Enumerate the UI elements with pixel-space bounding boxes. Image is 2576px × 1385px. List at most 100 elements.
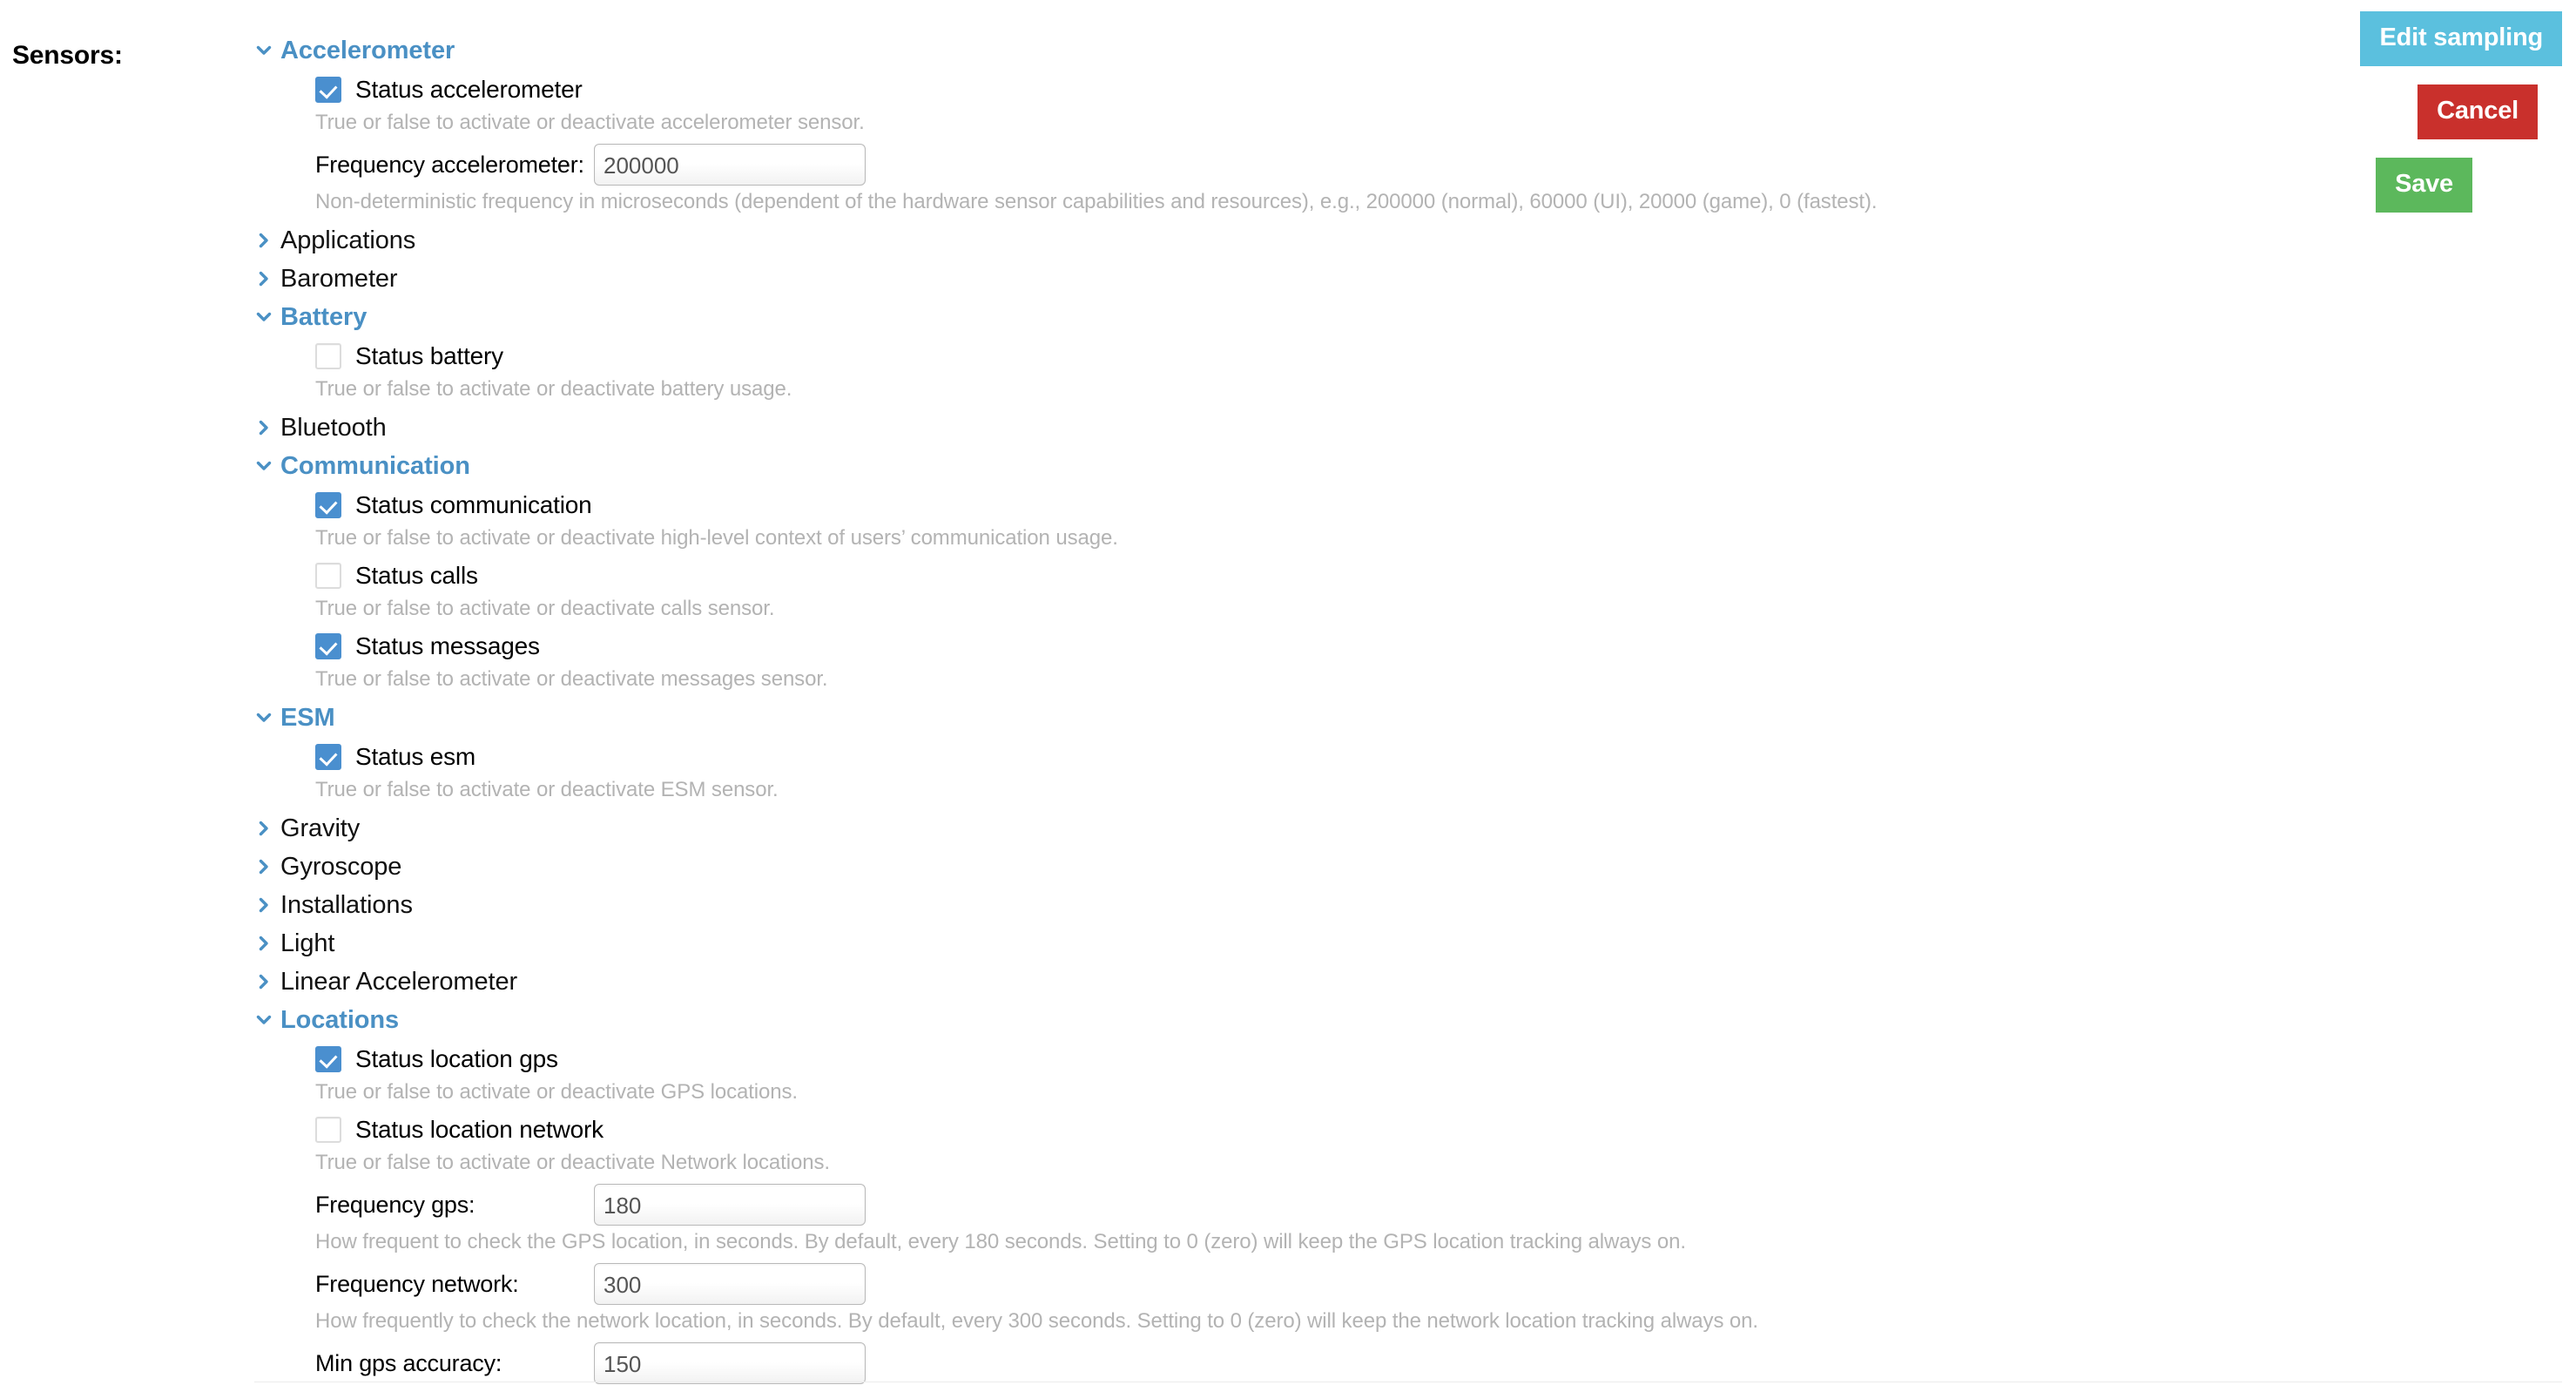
chevron-down-icon[interactable] [254,307,273,327]
field-description: True or false to activate or deactivate … [315,1080,798,1104]
cancel-button[interactable]: Cancel [2418,84,2538,139]
checkbox-label: Status communication [355,491,592,518]
field-row: Min gps accuracy: [315,1341,2310,1385]
checkbox-row[interactable]: Status battery [315,338,2310,375]
checkbox-checked-icon[interactable] [315,744,341,770]
sensor-group-body-esm: Status esm True or false to activate or d… [254,739,2310,801]
field-input-locations-0[interactable] [594,1184,866,1226]
field-row: Frequency network: [315,1261,2310,1307]
chevron-right-icon[interactable] [254,895,273,915]
sensor-group-applications: Applications [254,221,2310,260]
sensor-group-title: Communication [280,451,470,480]
sensor-group-header-gravity[interactable]: Gravity [254,809,2310,848]
sensor-group-title: Gravity [280,814,361,842]
action-button-group: Edit sampling Cancel Save [2323,0,2576,213]
sensor-group-title: Applications [280,226,416,254]
sensor-group-header-barometer[interactable]: Barometer [254,260,2310,298]
field-description: Non-deterministic frequency in microseco… [315,190,1878,213]
chevron-right-icon[interactable] [254,418,273,437]
sensor-group-title: Light [280,929,335,957]
checkbox-label: Status location gps [355,1045,558,1072]
sensor-group-title: ESM [280,703,335,732]
field-label: Frequency gps: [315,1191,475,1218]
checkbox-checked-icon[interactable] [315,633,341,659]
sensor-group-gyroscope: Gyroscope [254,848,2310,886]
field-row: Frequency gps: [315,1182,2310,1227]
checkbox-checked-icon[interactable] [315,77,341,103]
sensor-group-barometer: Barometer [254,260,2310,298]
chevron-down-icon[interactable] [254,1010,273,1030]
checkbox-row[interactable]: Status communication [315,487,2310,524]
sensor-group-body-communication: Status communication True or false to act… [254,487,2310,690]
sensor-group-header-locations[interactable]: Locations [254,1001,2310,1039]
field-description: True or false to activate or deactivate … [315,778,779,801]
checkbox-row[interactable]: Status accelerometer [315,71,2310,108]
field-description: True or false to activate or deactivate … [315,667,828,691]
edit-sampling-button[interactable]: Edit sampling [2360,11,2562,66]
sensor-group-battery: Battery Status battery True or false to ac… [254,298,2310,400]
field-row: Frequency accelerometer: [315,142,2310,187]
field-input-locations-2[interactable] [594,1342,866,1384]
checkbox-label: Status battery [355,342,503,369]
sensor-group-bluetooth: Bluetooth [254,409,2310,447]
checkbox-label: Status esm [355,743,476,770]
chevron-down-icon[interactable] [254,456,273,476]
page-title: Sensors: [12,41,123,70]
chevron-right-icon[interactable] [254,934,273,953]
checkbox-label: Status location network [355,1116,604,1143]
field-description: True or false to activate or deactivate … [315,111,865,134]
sensor-group-body-battery: Status battery True or false to activate … [254,338,2310,400]
sensor-group-title: Gyroscope [280,852,402,881]
sensor-group-header-esm[interactable]: ESM [254,699,2310,737]
field-label: Frequency network: [315,1270,519,1297]
checkbox-unchecked-icon[interactable] [315,343,341,369]
sensor-group-header-installations[interactable]: Installations [254,886,2310,924]
checkbox-row[interactable]: Status calls [315,557,2310,594]
sensor-group-communication: Communication Status communication True or… [254,447,2310,690]
chevron-down-icon[interactable] [254,41,273,60]
sensor-group-header-bluetooth[interactable]: Bluetooth [254,409,2310,447]
checkbox-label: Status accelerometer [355,76,583,103]
sensor-group-locations: Locations Status location gps True or fals… [254,1001,2310,1385]
checkbox-row[interactable]: Status messages [315,628,2310,665]
sensor-group-header-accelerometer[interactable]: Accelerometer [254,31,2310,70]
field-input-accelerometer-0[interactable] [594,144,866,186]
sensor-group-title: Linear Accelerometer [280,967,518,996]
sensor-group-title: Barometer [280,264,398,293]
chevron-down-icon[interactable] [254,708,273,727]
chevron-right-icon[interactable] [254,269,273,288]
chevron-right-icon[interactable] [254,857,273,876]
checkbox-checked-icon[interactable] [315,492,341,518]
checkbox-row[interactable]: Status esm [315,739,2310,775]
checkbox-row[interactable]: Status location gps [315,1041,2310,1078]
sensor-group-linear-accelerometer: Linear Accelerometer [254,963,2310,1001]
sensor-group-accelerometer: Accelerometer Status accelerometer True or… [254,31,2310,213]
checkbox-checked-icon[interactable] [315,1046,341,1072]
sensor-group-esm: ESM Status esm True or false to activate o… [254,699,2310,801]
checkbox-label: Status messages [355,632,540,659]
sensor-group-header-linear-accelerometer[interactable]: Linear Accelerometer [254,963,2310,1001]
sensor-group-header-gyroscope[interactable]: Gyroscope [254,848,2310,886]
sensor-group-header-light[interactable]: Light [254,924,2310,963]
chevron-right-icon[interactable] [254,972,273,991]
sensor-group-title: Accelerometer [280,36,455,64]
sensor-group-title: Locations [280,1005,400,1034]
sensor-group-light: Light [254,924,2310,963]
field-description: True or false to activate or deactivate … [315,1151,830,1174]
sensor-group-header-battery[interactable]: Battery [254,298,2310,336]
sensor-group-gravity: Gravity [254,809,2310,848]
chevron-right-icon[interactable] [254,819,273,838]
field-label: Min gps accuracy: [315,1349,502,1376]
sensor-group-installations: Installations [254,886,2310,924]
sensor-group-header-communication[interactable]: Communication [254,447,2310,485]
save-button[interactable]: Save [2376,158,2472,213]
field-description: True or false to activate or deactivate … [315,597,775,620]
chevron-right-icon[interactable] [254,231,273,250]
sensor-group-header-applications[interactable]: Applications [254,221,2310,260]
checkbox-unchecked-icon[interactable] [315,1117,341,1143]
checkbox-unchecked-icon[interactable] [315,563,341,589]
checkbox-row[interactable]: Status location network [315,1111,2310,1148]
field-description: True or false to activate or deactivate … [315,526,1118,550]
field-description: True or false to activate or deactivate … [315,377,792,401]
field-input-locations-1[interactable] [594,1263,866,1305]
